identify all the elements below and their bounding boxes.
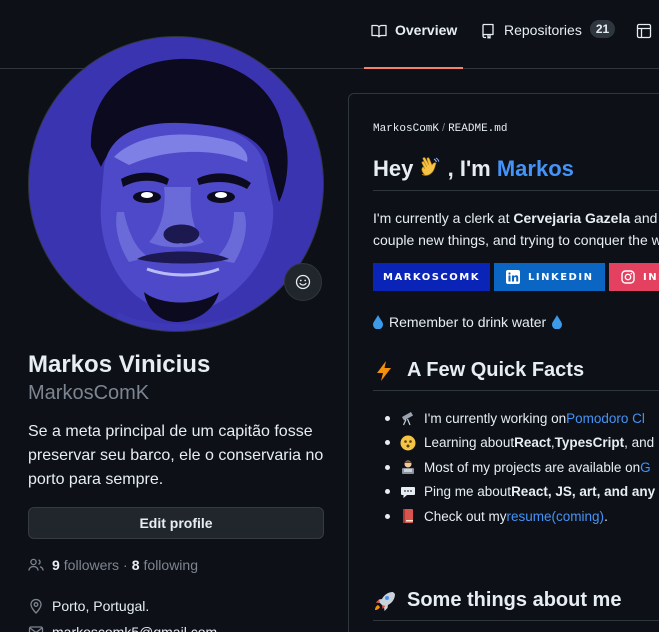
book-icon [403, 509, 413, 524]
water-reminder: Remember to drink water [373, 314, 563, 330]
badge-markoscomk-label: MARKOSCOMK [383, 271, 480, 283]
thinking-face-icon [400, 435, 416, 451]
intro-line2: couple new things, and trying to conquer… [373, 232, 659, 248]
set-status-button[interactable] [284, 263, 322, 301]
mail-icon [28, 626, 44, 632]
bullet [385, 440, 390, 446]
intro-line1-c: and fo [634, 210, 659, 226]
table-icon [636, 23, 652, 39]
following-link[interactable]: 8 following [132, 557, 198, 573]
bullet [385, 513, 390, 519]
facts-heading: A Few Quick Facts [373, 359, 659, 391]
technologist-icon [402, 460, 414, 475]
follow-separator: · [123, 557, 128, 573]
telescope-icon [402, 412, 413, 426]
list-item: Check out my resume(coming). [373, 504, 655, 529]
list-item: Ping me about React, JS, art, and any [373, 480, 655, 505]
follow-stats: 9 followers · 8 following [28, 557, 198, 573]
fact2-text: Learning about [424, 435, 515, 451]
badge-instagram[interactable]: INS [609, 263, 659, 291]
smiley-icon [295, 274, 311, 290]
lightning-icon [377, 360, 391, 381]
list-item: Learning about React, TypesCript, and [373, 431, 655, 456]
water-text: Remember to drink water [389, 314, 547, 330]
tab-overview-label: Overview [395, 22, 458, 38]
bullet [385, 489, 390, 495]
people-icon [28, 558, 44, 571]
badge-linkedin-label: LINKEDIN [528, 271, 594, 283]
linkedin-icon [506, 270, 520, 284]
avatar[interactable] [28, 36, 324, 332]
badge-linkedin[interactable]: LINKEDIN [494, 263, 605, 291]
badge-instagram-label: INS [643, 271, 659, 283]
fact1-text: I'm currently working on [424, 410, 567, 426]
profile-full-name: Markos Vinicius [28, 351, 211, 378]
email-text: markoscomk5@gmail.com [52, 624, 218, 632]
edit-profile-button[interactable]: Edit profile [28, 507, 324, 539]
profile-email[interactable]: markoscomk5@gmail.com [28, 624, 217, 632]
rocket-icon [375, 591, 395, 611]
badge-markoscomk[interactable]: MARKOSCOMK [373, 263, 490, 291]
fact2-tail: , and [624, 435, 655, 451]
fact3-link[interactable]: G [640, 460, 651, 475]
instagram-icon [621, 270, 635, 284]
some-things-heading-text: Some things about me [407, 589, 622, 611]
list-item: Most of my projects are available on G [373, 455, 655, 480]
fact5-link[interactable]: resume(coming) [507, 509, 605, 524]
readme-heading: Hey , I'm Markos [373, 156, 659, 191]
profile-username: MarkosComK [28, 382, 150, 404]
fact4-topics: React, JS, art, and any [511, 484, 656, 500]
avatar-illustration [29, 37, 323, 331]
breadcrumb-owner[interactable]: MarkosComK [373, 123, 439, 135]
followers-label: followers [63, 557, 120, 573]
intro-company: Cervejaria Gazela [513, 210, 631, 226]
bullet [385, 415, 390, 421]
fact3-text: Most of my projects are available on [424, 459, 641, 475]
fact5-text: Check out my [424, 508, 507, 524]
tab-projects[interactable] [636, 22, 659, 69]
following-label: following [143, 557, 198, 573]
heading-mid: , I'm [447, 156, 497, 181]
social-badges: MARKOSCOMK LINKEDIN INS [373, 263, 659, 291]
tab-repositories-label: Repositories [504, 22, 582, 38]
book-icon [371, 24, 387, 38]
droplet-icon [552, 315, 563, 329]
fact4-text: Ping me about [424, 484, 512, 500]
waving-hand-icon [422, 157, 440, 176]
profile-bio: Se a meta principal de um capitão fosse … [28, 423, 324, 488]
readme-card: MarkosComK / README.md Hey , I'm Markos I'… [348, 93, 659, 632]
following-count: 8 [131, 557, 140, 573]
readme-intro: I'm currently a clerk at Cervejaria Gaze… [373, 207, 659, 251]
breadcrumb-separator: / [442, 122, 446, 134]
followers-count: 9 [52, 557, 60, 573]
profile-location: Porto, Portugal. [28, 598, 149, 614]
fact5-tail: . [604, 508, 608, 524]
tab-repositories[interactable]: Repositories 21 [480, 20, 616, 69]
tab-overview[interactable]: Overview [364, 22, 463, 69]
fact2-typescript: TypesCript [554, 435, 625, 451]
followers-link[interactable]: 9 followers [52, 557, 119, 573]
speech-bubble-icon [401, 486, 415, 498]
facts-list: I'm currently working on Pomodoro Cl Lea… [373, 406, 655, 529]
facts-heading-text: A Few Quick Facts [407, 359, 585, 381]
location-pin-icon [30, 598, 42, 614]
intro-line1-a: I'm currently a clerk at [373, 210, 514, 226]
repo-icon [482, 23, 494, 39]
heading-prefix: Hey [373, 156, 420, 181]
heading-name-link[interactable]: Markos [497, 156, 574, 181]
breadcrumb-file[interactable]: README.md [448, 123, 507, 135]
readme-breadcrumb: MarkosComK / README.md [373, 122, 508, 135]
bullet [385, 464, 390, 470]
fact2-react: React [514, 435, 551, 451]
location-text: Porto, Portugal. [52, 598, 150, 614]
repositories-count-badge: 21 [589, 20, 616, 38]
some-things-heading: Some things about me [373, 589, 659, 621]
list-item: I'm currently working on Pomodoro Cl [373, 406, 655, 431]
droplet-icon [373, 315, 383, 329]
fact1-link[interactable]: Pomodoro Cl [566, 411, 645, 426]
